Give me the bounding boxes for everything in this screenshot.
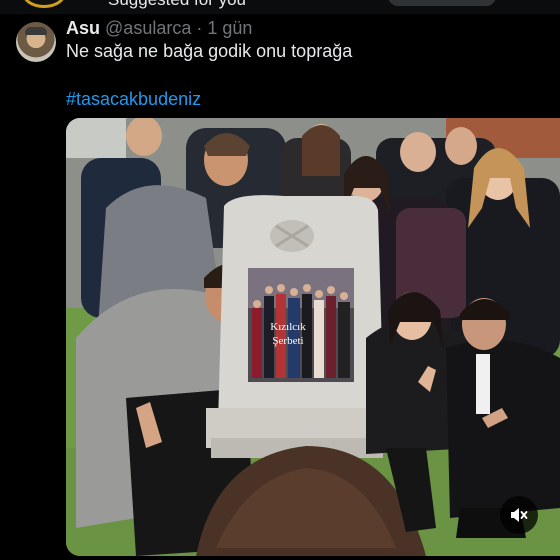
avatar[interactable] bbox=[16, 22, 56, 62]
separator-dot: · bbox=[196, 18, 203, 38]
suggested-label: Suggested for you bbox=[108, 0, 246, 10]
follow-pill-button[interactable] bbox=[388, 0, 496, 6]
meme-image: Kızılcık Şerbeti bbox=[66, 118, 560, 556]
display-name[interactable]: Asu bbox=[66, 18, 100, 38]
poster-title-line1: Kızılcık bbox=[270, 321, 306, 333]
hashtag-link[interactable]: #tasacakbudeniz bbox=[66, 89, 201, 110]
mute-button[interactable] bbox=[500, 496, 538, 534]
person-face bbox=[445, 127, 477, 165]
avatar-hat bbox=[25, 27, 47, 35]
person-face bbox=[400, 132, 436, 172]
suggested-bar: Suggested for you bbox=[0, 0, 560, 14]
volume-muted-icon bbox=[511, 508, 528, 522]
poster-title-line2: Şerbeti bbox=[272, 335, 303, 347]
timestamp[interactable]: 1 gün bbox=[207, 18, 252, 38]
tweet-header: Asu @asularca · 1 gün bbox=[66, 18, 252, 39]
handle[interactable]: @asularca bbox=[105, 18, 191, 38]
account-logo[interactable] bbox=[22, 0, 66, 8]
tweet-text: Ne sağa ne bağa godik onu toprağa bbox=[66, 41, 353, 61]
tweet-media[interactable]: Kızılcık Şerbeti bbox=[66, 118, 560, 556]
